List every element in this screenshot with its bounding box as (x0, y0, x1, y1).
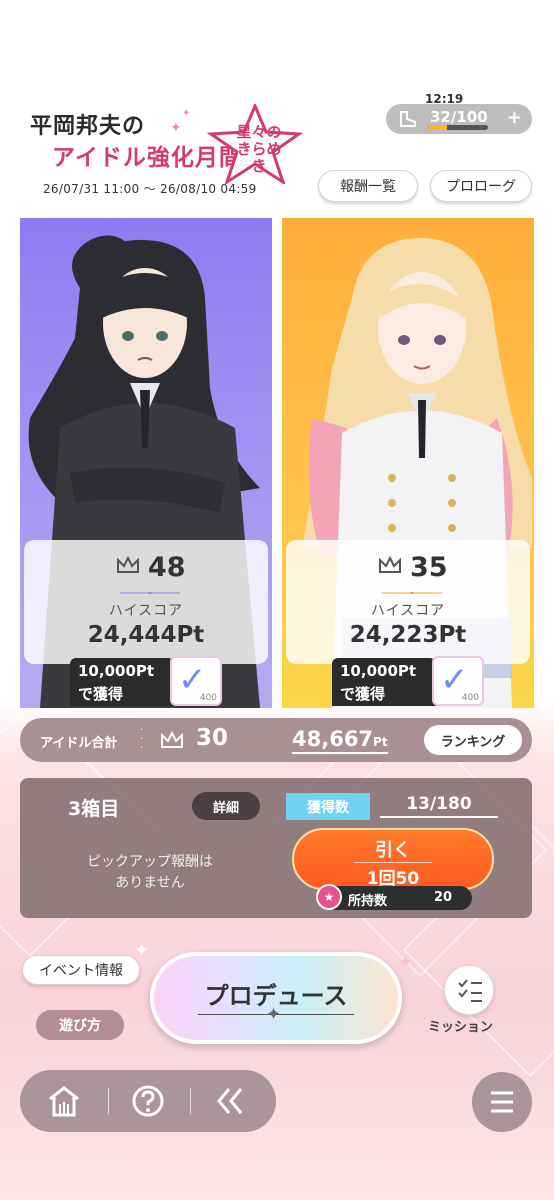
sparkle-icon: ✦ (266, 1004, 282, 1025)
crown-icon (117, 556, 139, 573)
idol-card-1[interactable]: 48 ハイスコア 24,444Pt 10,000Pt で獲得 ✓ 400 (20, 218, 272, 708)
owned-value: 20 (434, 890, 453, 905)
pickup-note-line1: ピックアップ報酬は (87, 854, 213, 870)
divider (354, 862, 432, 863)
detail-button[interactable]: 詳細 (192, 792, 260, 820)
idol-total-bar: アイドル合計 · · · 30 48,667Pt ランキング (20, 718, 532, 762)
reward-item-icon[interactable]: ✓ 400 (432, 656, 484, 706)
stamina-bar (428, 125, 488, 130)
bottom-nav (20, 1070, 276, 1132)
total-points-value: 48,667 (292, 727, 374, 751)
sparkle-icon: ✦ (398, 952, 414, 973)
prologue-button[interactable]: プロローグ (430, 170, 532, 202)
total-points-unit: Pt (373, 735, 388, 749)
reward-item-icon[interactable]: ✓ 400 (170, 656, 222, 706)
rewards-list-button[interactable]: 報酬一覧 (318, 170, 418, 202)
owned-count-badge: ★ 所持数 20 (316, 884, 472, 910)
help-icon[interactable] (130, 1083, 166, 1119)
nav-divider (190, 1088, 191, 1114)
idol-score-panel: 35 ハイスコア 24,223Pt (286, 540, 530, 664)
highscore-value: 24,444Pt (87, 622, 205, 648)
event-logo: 平岡邦夫の アイドル強化月間 星々のきらめき (30, 104, 304, 186)
idol-score-panel: 48 ハイスコア 24,444Pt (24, 540, 268, 664)
box-gacha-panel: 3箱目 詳細 獲得数 13/180 ピックアップ報酬は ありません 引く 1回5… (20, 778, 532, 918)
event-subtitle: 星々のきらめき (236, 123, 282, 175)
reward-threshold: 10,000Pt (340, 662, 417, 680)
divider (382, 592, 442, 594)
sparkle-icon: ✦ (170, 120, 182, 136)
stamina-gauge[interactable]: 32/100 + (386, 104, 532, 134)
idol-rank: 48 (148, 552, 186, 583)
reward-condition: 10,000Pt で獲得 (70, 658, 174, 706)
acquired-count: 13/180 (380, 794, 498, 818)
highscore-label: ハイスコア (370, 603, 446, 619)
owned-label: 所持数 (348, 894, 388, 909)
highscore-value: 24,223Pt (349, 622, 467, 648)
idol-rank: 35 (410, 552, 448, 583)
nav-divider (108, 1088, 109, 1114)
produce-button[interactable]: プロデュース ✦ (150, 952, 402, 1044)
stamina-bar-fill (428, 125, 448, 130)
event-period: 26/07/31 11:00 ～ 26/08/10 04:59 (43, 182, 257, 196)
acquired-label: 獲得数 (286, 793, 370, 820)
highscore-label: ハイスコア (108, 603, 184, 619)
reward-count: 400 (199, 693, 217, 703)
event-info-button[interactable]: イベント情報 (22, 955, 140, 985)
hamburger-menu-icon (491, 1091, 513, 1113)
home-icon[interactable] (46, 1083, 82, 1119)
reward-suffix: で獲得 (340, 685, 386, 703)
crown-icon (161, 731, 183, 748)
idol-card-2[interactable]: 35 ハイスコア 24,223Pt 10,000Pt で獲得 ✓ 400 (282, 218, 534, 708)
pickup-reward-note: ピックアップ報酬は ありません (60, 852, 240, 894)
stamina-value: 32/100 (430, 108, 488, 126)
crown-icon (379, 556, 401, 573)
idol-total-label: アイドル合計 (40, 736, 118, 751)
box-name: 3箱目 (68, 798, 120, 820)
pickup-note-line2: ありません (115, 875, 185, 891)
idol-total-rank: 30 (196, 725, 229, 751)
event-title-line1: 平岡邦夫の (30, 114, 146, 139)
back-icon[interactable] (212, 1083, 248, 1119)
reward-suffix: で獲得 (78, 685, 124, 703)
divider-dots: · · · (140, 725, 144, 754)
reward-threshold: 10,000Pt (78, 662, 155, 680)
sparkle-icon: ✦ (134, 940, 150, 961)
draw-label: 引く (375, 840, 411, 861)
menu-button[interactable] (472, 1072, 532, 1132)
ranking-button[interactable]: ランキング (424, 725, 522, 755)
divider (120, 592, 180, 594)
add-stamina-icon[interactable]: + (507, 107, 522, 128)
reward-condition: 10,000Pt で獲得 (332, 658, 436, 706)
draw-button[interactable]: 引く 1回50 (292, 828, 494, 890)
checklist-icon (458, 979, 482, 1002)
gem-icon: ★ (316, 884, 342, 910)
reward-count: 400 (461, 693, 479, 703)
boot-icon (398, 111, 418, 131)
mission-button[interactable] (444, 965, 494, 1015)
sparkle-icon: ✦ (182, 108, 191, 119)
how-to-play-button[interactable]: 遊び方 (36, 1010, 124, 1040)
mission-label: ミッション (428, 1020, 494, 1035)
idol-total-points: 48,667Pt (292, 727, 388, 754)
